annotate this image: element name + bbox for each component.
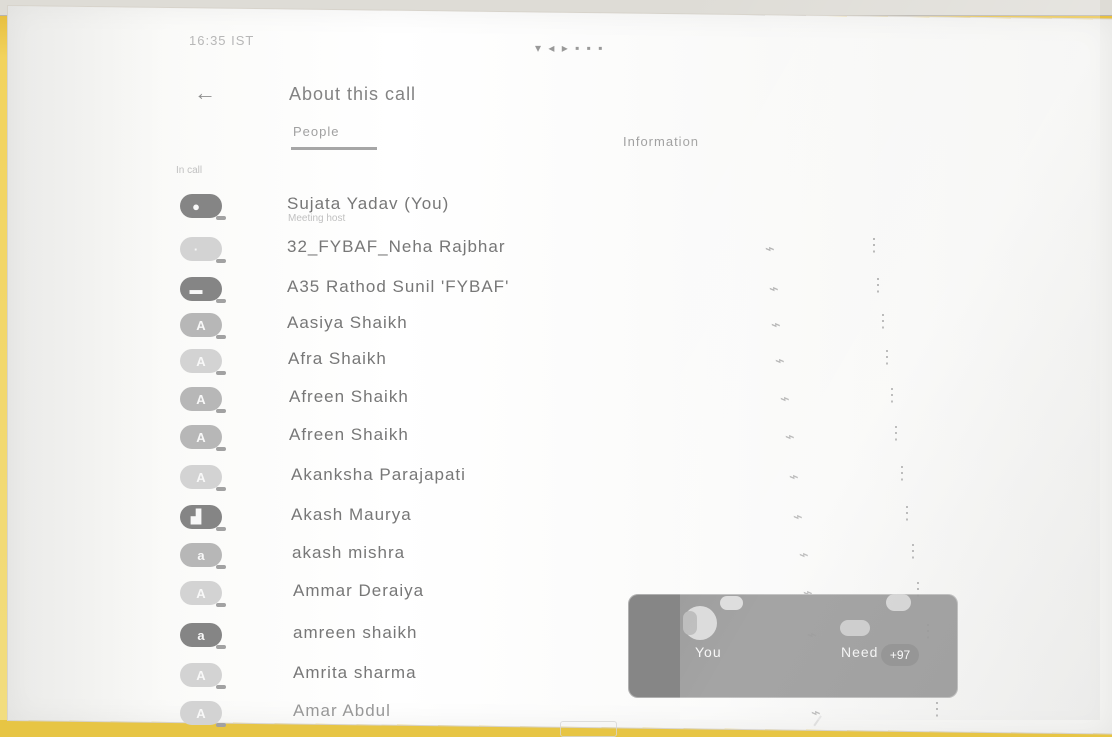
more-vertical-icon[interactable]: ⋮ <box>874 312 892 332</box>
section-heading: In call <box>176 165 203 176</box>
participant-name: Afra Shaikh <box>288 349 387 368</box>
tab-people[interactable]: People <box>293 124 339 139</box>
person-icon: ● <box>192 198 200 214</box>
participant-row[interactable]: · 32_FYBAF_Neha Rajbhar ⌁ ⋮ <box>165 234 985 272</box>
participant-avatar: A <box>180 425 226 451</box>
participant-name: amreen shaikh <box>293 623 418 642</box>
call-details-screen: 16:35 IST ▾ ◂ ▸ ▪ ▪ ▪ ← About this call … <box>165 24 1035 737</box>
vehicle-avatar-icon: ▟ <box>191 509 201 524</box>
avatar-initial: A <box>196 585 206 601</box>
participant-name: Amar Abdul <box>293 701 391 720</box>
participant-name: Aasiya Shaikh <box>287 313 408 332</box>
mic-off-icon[interactable]: ⌁ <box>788 465 813 488</box>
participant-avatar: ▬ <box>180 277 226 303</box>
participant-name: Afreen Shaikh <box>289 387 409 406</box>
mic-off-icon[interactable]: ⌁ <box>774 349 799 372</box>
avatar-initial: A <box>196 705 206 721</box>
participant-name: Ammar Deraiya <box>293 581 425 600</box>
participant-avatar: a <box>180 543 226 569</box>
self-status-bubble <box>720 596 743 610</box>
participant-avatar: ▟ <box>180 505 226 531</box>
person-icon: · <box>193 241 199 257</box>
avatar-initial: A <box>196 391 206 407</box>
participant-name: Akanksha Parajapati <box>291 465 466 484</box>
participant-row[interactable]: A Afra Shaikh ⌁ ⋮ <box>165 346 985 384</box>
participant-label: Need <box>841 644 879 660</box>
participant-row[interactable]: ● Sujata Yadav (You) Meeting host <box>165 191 985 229</box>
participant-avatar: · <box>180 237 226 263</box>
avatar-initial: A <box>196 317 206 333</box>
participant-row[interactable]: ▬ A35 Rathod Sunil 'FYBAF' ⌁ ⋮ <box>165 274 985 312</box>
more-vertical-icon[interactable]: ⋮ <box>898 504 916 524</box>
participant-name: A35 Rathod Sunil 'FYBAF' <box>287 277 510 296</box>
participant-bubble <box>840 620 870 636</box>
mic-off-icon[interactable]: ⌁ <box>779 387 804 410</box>
more-vertical-icon[interactable]: ⋮ <box>883 386 901 406</box>
participant-avatar: A <box>180 387 226 413</box>
more-vertical-icon[interactable]: ⋮ <box>865 236 883 256</box>
participant-name: Amrita sharma <box>293 663 417 682</box>
back-arrow-icon[interactable]: ← <box>194 80 216 106</box>
bottom-nav-home[interactable] <box>560 721 617 737</box>
status-time: 16:35 IST <box>189 33 255 48</box>
participant-row[interactable]: A Aasiya Shaikh ⌁ ⋮ <box>165 310 985 348</box>
participant-name: Akash Maurya <box>291 505 412 524</box>
participant-row[interactable]: A Afreen Shaikh ⌁ ⋮ <box>165 384 985 422</box>
mic-off-icon[interactable]: ⌁ <box>798 543 823 566</box>
active-tab-indicator <box>291 147 377 150</box>
more-vertical-icon[interactable]: ⋮ <box>893 464 911 484</box>
participant-role: Meeting host <box>288 213 346 224</box>
participant-name: Sujata Yadav (You) <box>287 194 450 213</box>
more-vertical-icon[interactable]: ⋮ <box>887 424 905 444</box>
avatar-initial: A <box>196 353 206 369</box>
avatar-initial: A <box>196 429 206 445</box>
participant-avatar: A <box>180 701 226 727</box>
participant-row[interactable]: a akash mishra ⌁ ⋮ <box>165 540 985 578</box>
floating-call-preview[interactable]: You Need +97 <box>628 594 958 698</box>
you-label: You <box>695 644 722 660</box>
mic-off-icon[interactable]: ⌁ <box>792 505 817 528</box>
participant-name: Afreen Shaikh <box>289 425 409 444</box>
mic-off-icon[interactable]: ⌁ <box>764 237 789 260</box>
participant-name: 32_FYBAF_Neha Rajbhar <box>287 237 506 256</box>
self-video-avatar <box>683 606 717 640</box>
more-vertical-icon[interactable]: ⋮ <box>928 700 946 720</box>
status-icons: ▾ ◂ ▸ ▪ ▪ ▪ <box>535 41 605 55</box>
page-title: About this call <box>289 84 417 104</box>
participant-avatar: A <box>180 313 226 339</box>
avatar-initial: a <box>197 547 205 563</box>
more-vertical-icon[interactable]: ⋮ <box>869 276 887 296</box>
participant-row[interactable]: ▟ Akash Maurya ⌁ ⋮ <box>165 502 985 540</box>
participant-avatar: ● <box>180 194 226 220</box>
avatar-initial: a <box>197 627 205 643</box>
tab-information[interactable]: Information <box>623 134 699 149</box>
avatar-initial: A <box>196 469 206 485</box>
participant-row[interactable]: A Afreen Shaikh ⌁ ⋮ <box>165 422 985 460</box>
participant-row[interactable]: A Akanksha Parajapati ⌁ ⋮ <box>165 462 985 500</box>
participant-bubble <box>886 594 911 611</box>
mic-off-icon[interactable]: ⌁ <box>784 425 809 448</box>
participant-avatar: A <box>180 465 226 491</box>
participant-name: akash mishra <box>292 543 406 562</box>
more-vertical-icon[interactable]: ⋮ <box>878 348 896 368</box>
participant-count-badge: +97 <box>881 644 919 666</box>
vehicle-avatar-icon: ▬ <box>189 281 203 297</box>
more-vertical-icon[interactable]: ⋮ <box>904 542 922 562</box>
mic-off-icon[interactable]: ⌁ <box>770 313 795 336</box>
participant-avatar: A <box>180 349 226 375</box>
participant-avatar: A <box>180 581 226 607</box>
mic-off-icon[interactable]: ⌁ <box>768 277 793 300</box>
avatar-initial: A <box>196 667 206 683</box>
participant-avatar: A <box>180 663 226 689</box>
participant-avatar: a <box>180 623 226 649</box>
